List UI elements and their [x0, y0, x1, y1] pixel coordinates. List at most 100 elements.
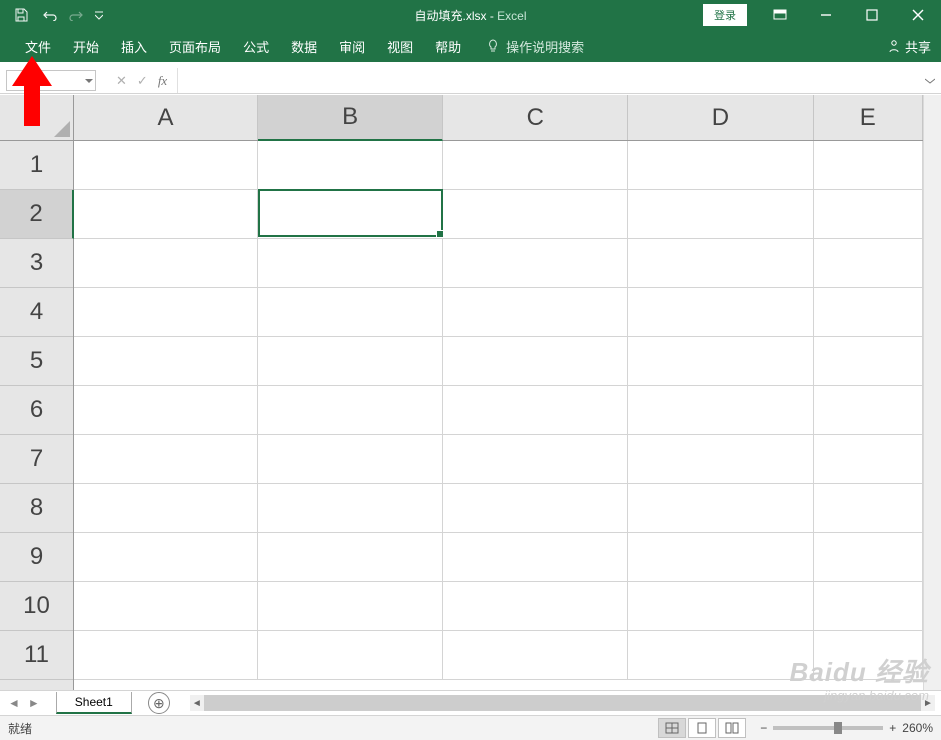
cell[interactable] — [443, 337, 628, 386]
tab-review[interactable]: 审阅 — [328, 30, 376, 62]
maximize-button[interactable] — [849, 0, 895, 30]
cell[interactable] — [814, 484, 923, 533]
cell[interactable] — [628, 239, 813, 288]
tab-file[interactable]: 文件 — [14, 30, 62, 62]
cell[interactable] — [814, 631, 923, 680]
new-sheet-button[interactable]: ⊕ — [148, 692, 170, 714]
cell[interactable] — [443, 484, 628, 533]
cell[interactable] — [258, 533, 443, 582]
cell[interactable] — [258, 288, 443, 337]
sheet-nav-next[interactable]: ► — [28, 696, 40, 710]
cell[interactable] — [258, 631, 443, 680]
tab-help[interactable]: 帮助 — [424, 30, 472, 62]
cell[interactable] — [814, 435, 923, 484]
formula-input[interactable] — [177, 68, 919, 93]
column-header[interactable]: E — [814, 95, 923, 140]
cell[interactable] — [814, 386, 923, 435]
cell[interactable] — [74, 533, 258, 582]
save-button[interactable] — [8, 2, 34, 28]
row-header[interactable]: 7 — [0, 435, 73, 484]
cell[interactable] — [814, 337, 923, 386]
row-header[interactable]: 1 — [0, 141, 73, 190]
cell[interactable] — [258, 435, 443, 484]
row-header[interactable]: 4 — [0, 288, 73, 337]
cell[interactable] — [814, 190, 923, 239]
cell[interactable] — [628, 190, 813, 239]
page-break-view-button[interactable] — [718, 718, 746, 738]
row-header[interactable]: 10 — [0, 582, 73, 631]
cell[interactable] — [443, 141, 628, 190]
zoom-level-label[interactable]: 260% — [902, 721, 933, 735]
close-button[interactable] — [895, 0, 941, 30]
tab-formulas[interactable]: 公式 — [232, 30, 280, 62]
tab-insert[interactable]: 插入 — [110, 30, 158, 62]
scroll-right-icon[interactable]: ► — [921, 698, 935, 709]
row-header[interactable]: 5 — [0, 337, 73, 386]
cell[interactable] — [443, 435, 628, 484]
cell[interactable] — [74, 141, 258, 190]
cell[interactable] — [258, 386, 443, 435]
cell[interactable] — [74, 239, 258, 288]
cell[interactable] — [628, 484, 813, 533]
tab-data[interactable]: 数据 — [280, 30, 328, 62]
cell[interactable] — [814, 288, 923, 337]
column-header[interactable]: B — [258, 95, 443, 141]
row-header[interactable]: 6 — [0, 386, 73, 435]
minimize-button[interactable] — [803, 0, 849, 30]
cell[interactable] — [74, 337, 258, 386]
cell[interactable] — [258, 484, 443, 533]
zoom-in-button[interactable]: + — [889, 721, 896, 735]
cell[interactable] — [74, 631, 258, 680]
expand-formula-bar-button[interactable] — [919, 68, 941, 93]
cell[interactable] — [814, 582, 923, 631]
vertical-scrollbar[interactable] — [923, 95, 941, 690]
tab-page-layout[interactable]: 页面布局 — [158, 30, 232, 62]
page-layout-view-button[interactable] — [688, 718, 716, 738]
redo-button[interactable] — [64, 2, 90, 28]
row-header[interactable]: 3 — [0, 239, 73, 288]
insert-function-button[interactable]: fx — [158, 73, 167, 89]
horizontal-scrollbar[interactable]: ◄ ► — [190, 695, 935, 711]
cell[interactable] — [814, 239, 923, 288]
cell[interactable] — [628, 582, 813, 631]
cell[interactable] — [74, 288, 258, 337]
cell[interactable] — [74, 582, 258, 631]
select-all-corner[interactable] — [0, 95, 74, 141]
cell[interactable] — [74, 435, 258, 484]
scroll-left-icon[interactable]: ◄ — [190, 698, 204, 709]
tell-me-search[interactable]: 操作说明搜索 — [486, 37, 584, 56]
cell[interactable] — [628, 288, 813, 337]
undo-button[interactable] — [36, 2, 62, 28]
cell[interactable] — [74, 484, 258, 533]
cancel-formula-button[interactable]: ✕ — [116, 73, 127, 89]
cell[interactable] — [628, 533, 813, 582]
cell[interactable] — [628, 435, 813, 484]
row-header[interactable]: 8 — [0, 484, 73, 533]
column-header[interactable]: C — [443, 95, 628, 140]
normal-view-button[interactable] — [658, 718, 686, 738]
column-header[interactable]: D — [628, 95, 813, 140]
name-box[interactable] — [6, 70, 96, 91]
column-header[interactable]: A — [74, 95, 258, 140]
row-header[interactable]: 11 — [0, 631, 73, 680]
cell[interactable] — [443, 288, 628, 337]
cell[interactable] — [443, 631, 628, 680]
cell[interactable] — [258, 582, 443, 631]
cell[interactable] — [814, 533, 923, 582]
cell[interactable] — [443, 190, 628, 239]
tab-view[interactable]: 视图 — [376, 30, 424, 62]
zoom-slider[interactable] — [773, 726, 883, 730]
qat-customize-button[interactable] — [92, 2, 106, 28]
zoom-out-button[interactable]: − — [760, 721, 767, 735]
cell[interactable] — [443, 582, 628, 631]
login-button[interactable]: 登录 — [703, 4, 747, 26]
cell[interactable] — [443, 533, 628, 582]
cell[interactable] — [628, 631, 813, 680]
share-button[interactable]: 共享 — [887, 37, 931, 56]
cell[interactable] — [258, 337, 443, 386]
cell[interactable] — [74, 386, 258, 435]
sheet-nav-prev[interactable]: ◄ — [8, 696, 20, 710]
cell[interactable] — [628, 386, 813, 435]
cell[interactable] — [74, 190, 258, 239]
cells-area[interactable] — [74, 141, 923, 690]
